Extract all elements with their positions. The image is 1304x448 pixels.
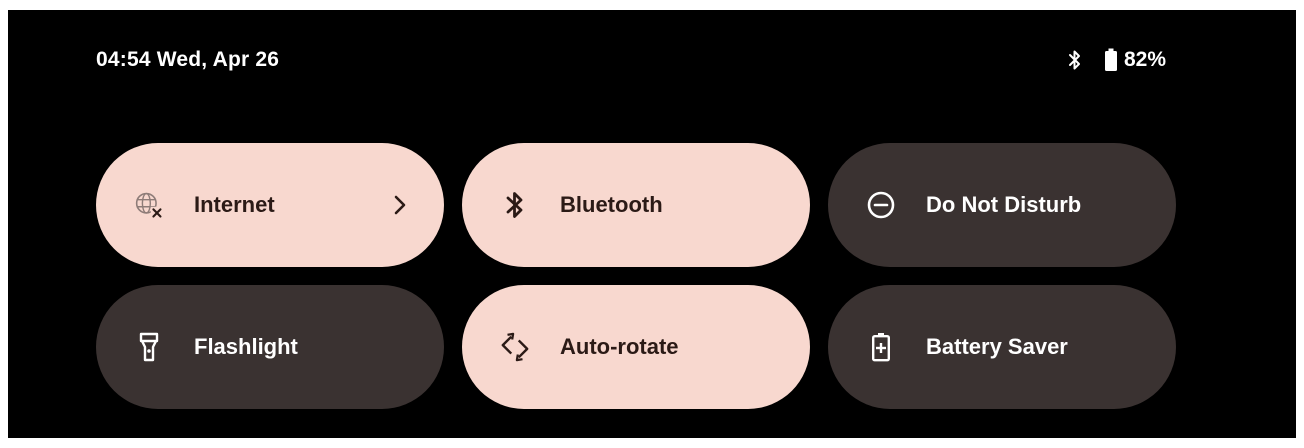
- auto-rotate-icon: [500, 332, 530, 362]
- battery-percent: 82%: [1123, 48, 1166, 71]
- do-not-disturb-icon: [866, 190, 896, 220]
- status-icons: 82%: [1068, 48, 1166, 72]
- tile-label: Do Not Disturb: [926, 192, 1082, 217]
- chevron-right-icon[interactable]: [394, 195, 406, 215]
- tile-label: Bluetooth: [560, 192, 663, 217]
- bluetooth-icon: [500, 190, 530, 220]
- bluetooth-icon: [1068, 49, 1082, 71]
- tile-flashlight[interactable]: Flashlight: [96, 285, 444, 409]
- battery-icon: [1104, 48, 1118, 72]
- quick-settings-panel: 04:54 Wed, Apr 26 82% Internet Bluetooth…: [8, 10, 1296, 438]
- tile-label: Battery Saver: [926, 334, 1068, 359]
- status-datetime: 04:54 Wed, Apr 26: [96, 48, 280, 71]
- tile-do-not-disturb[interactable]: Do Not Disturb: [828, 143, 1176, 267]
- tile-internet[interactable]: Internet: [96, 143, 444, 267]
- battery-saver-icon: [866, 332, 896, 362]
- tile-auto-rotate[interactable]: Auto-rotate: [462, 285, 810, 409]
- tile-label: Auto-rotate: [560, 334, 679, 359]
- flashlight-icon: [134, 332, 164, 362]
- tile-label: Internet: [194, 192, 275, 217]
- globe-off-icon: [134, 190, 164, 220]
- tile-label: Flashlight: [194, 334, 298, 359]
- tile-bluetooth[interactable]: Bluetooth: [462, 143, 810, 267]
- tile-battery-saver[interactable]: Battery Saver: [828, 285, 1176, 409]
